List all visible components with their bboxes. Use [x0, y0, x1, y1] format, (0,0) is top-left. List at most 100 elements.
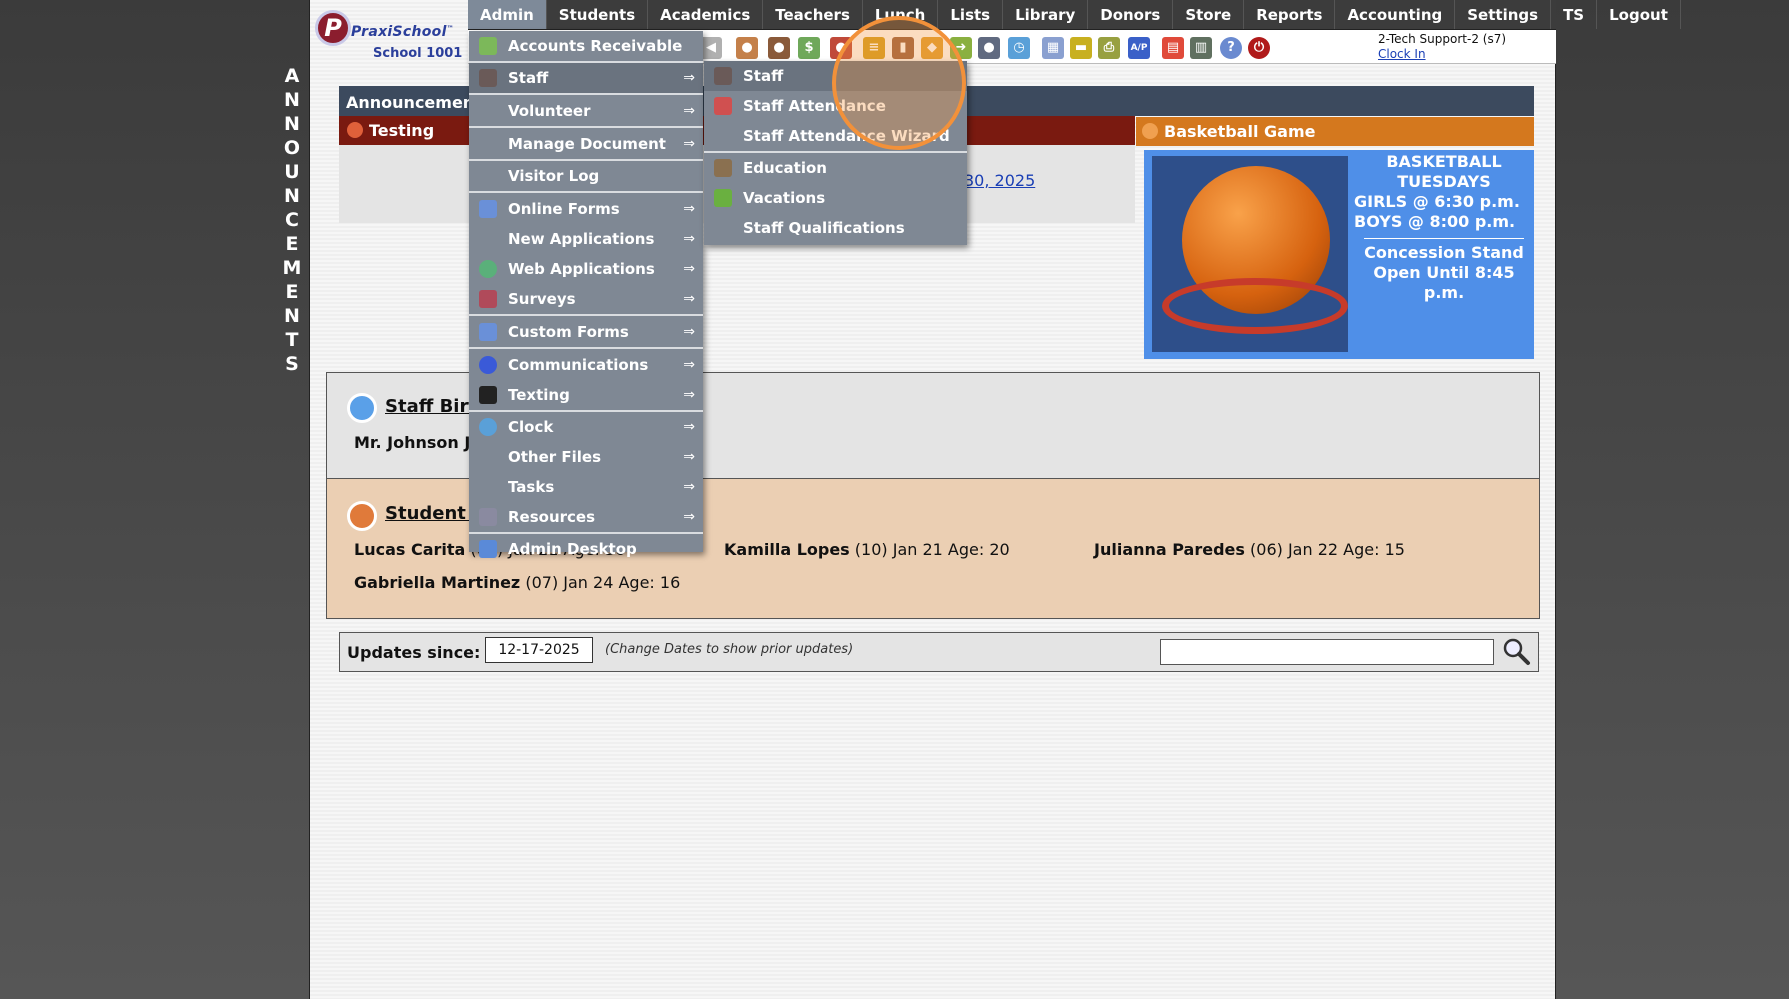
staff-submenu: Staff Staff Attendance Staff Attendance Wi…	[704, 61, 967, 245]
spreadsheet-icon[interactable]: ▦	[1042, 37, 1064, 59]
search-input[interactable]	[1160, 639, 1494, 665]
staff-icon[interactable]: ●	[978, 37, 1000, 59]
html-icon	[479, 199, 497, 218]
staff-icon	[479, 69, 497, 87]
nav-settings[interactable]: Settings	[1455, 0, 1552, 29]
submenu-arrow-icon: ⇒	[683, 102, 695, 119]
survey-icon	[479, 290, 497, 308]
submenu-arrow-icon: ⇒	[683, 200, 695, 217]
staff-birthdays-title[interactable]: Staff Birt	[385, 396, 477, 417]
staff-menu-vacations[interactable]: Vacations	[704, 183, 967, 213]
admin-menu-admin-desktop[interactable]: Admin Desktop	[469, 534, 703, 564]
admin-menu-resources[interactable]: Resources ⇒	[469, 502, 703, 532]
menu-item-label: Vacations	[743, 189, 826, 207]
updates-date-input[interactable]: 12-17-2025	[485, 637, 593, 663]
admin-dropdown-menu: Accounts Receivable Staff ⇒ Volunteer ⇒ Manag…	[469, 31, 703, 558]
menu-item-label: Tasks	[508, 478, 555, 496]
nav-ts[interactable]: TS	[1551, 0, 1598, 29]
staff-menu-staff-attendance-wizard[interactable]: Staff Attendance Wizard	[704, 121, 967, 151]
menu-item-label: Volunteer	[508, 101, 591, 120]
nav-store[interactable]: Store	[1173, 0, 1245, 29]
updates-bar: Updates since: 12-17-2025 (Change Dates …	[339, 632, 1539, 672]
basketball-announcement-header[interactable]: Basketball Game	[1136, 117, 1534, 146]
menu-item-label: Accounts Receivable	[508, 37, 683, 55]
student-birthday-entry: Gabriella Martinez (07) Jan 24 Age: 16	[354, 573, 681, 592]
user-icon[interactable]: ●	[830, 37, 852, 59]
admin-menu-surveys[interactable]: Surveys ⇒	[469, 284, 703, 314]
submenu-arrow-icon: ⇒	[683, 356, 695, 373]
ap-icon[interactable]: A/P	[1128, 37, 1150, 59]
updates-note: (Change Dates to show prior updates)	[605, 642, 854, 657]
clock-in-link[interactable]: Clock In	[1378, 47, 1506, 62]
submenu-arrow-icon: ⇒	[683, 509, 695, 525]
staff-birthday-entry: Mr. Johnson J	[354, 433, 471, 452]
nav-lunch[interactable]: Lunch	[863, 0, 939, 29]
staff-menu-education[interactable]: Education	[704, 153, 967, 183]
user-info: 2-Tech Support-2 (s7) Clock In	[1378, 32, 1506, 62]
admin-menu-online-forms[interactable]: Online Forms ⇒	[469, 193, 703, 224]
lunch-icon[interactable]: ≡	[863, 37, 885, 59]
admin-menu-clock[interactable]: Clock ⇒	[469, 412, 703, 442]
admin-menu-manage-document[interactable]: Manage Document ⇒	[469, 128, 703, 159]
nav-admin[interactable]: Admin	[468, 0, 547, 29]
vertical-letter: N	[284, 185, 300, 207]
announcements-vertical-label: ANNOUNCEMENTS	[278, 64, 306, 376]
cash-icon[interactable]: ▥	[1190, 37, 1212, 59]
help-icon[interactable]: ?	[1220, 37, 1242, 59]
admin-menu-new-applications[interactable]: New Applications ⇒	[469, 224, 703, 254]
admin-menu-other-files[interactable]: Other Files ⇒	[469, 442, 703, 472]
menu-item-label: New Applications	[508, 230, 655, 248]
admin-menu-accounts-receivable[interactable]: Accounts Receivable	[469, 31, 703, 61]
staff-menu-staff-attendance[interactable]: Staff Attendance	[704, 91, 967, 121]
student-birthday-entry: Julianna Paredes (06) Jan 22 Age: 15	[1094, 540, 1405, 559]
search-icon[interactable]	[1501, 636, 1531, 666]
announcement-icon	[347, 122, 363, 138]
menu-item-label: Custom Forms	[508, 322, 629, 341]
logo-emblem: P	[315, 10, 351, 46]
praxischool-logo[interactable]: P PraxiSchool™ School 1001	[313, 6, 463, 64]
submenu-arrow-icon: ⇒	[683, 479, 695, 495]
basketball-title: Basketball Game	[1164, 122, 1316, 141]
export-icon[interactable]: ➜	[950, 37, 972, 59]
nav-accounting[interactable]: Accounting	[1335, 0, 1456, 29]
nav-donors[interactable]: Donors	[1088, 0, 1174, 29]
printer-icon[interactable]: ⎙	[1098, 37, 1120, 59]
power-icon[interactable]: ⏻	[1248, 37, 1270, 59]
submenu-arrow-icon: ⇒	[683, 70, 695, 86]
admin-menu-volunteer[interactable]: Volunteer ⇒	[469, 95, 703, 126]
book-icon[interactable]: ▮	[892, 37, 914, 59]
staff-menu-staff-qualifications[interactable]: Staff Qualifications	[704, 213, 967, 243]
nav-logout[interactable]: Logout	[1597, 0, 1681, 29]
admin-menu-custom-forms[interactable]: Custom Forms ⇒	[469, 316, 703, 347]
concession-line: Concession Stand	[1364, 243, 1524, 262]
pdf-icon[interactable]: ▤	[1162, 37, 1184, 59]
testing-date-link[interactable]: 30, 2025	[964, 171, 1035, 190]
clock-icon[interactable]: ◷	[1008, 37, 1030, 59]
vertical-letter: S	[285, 353, 299, 375]
admin-menu-web-applications[interactable]: Web Applications ⇒	[469, 254, 703, 284]
megaphone-icon[interactable]: ◀	[700, 37, 722, 59]
nav-teachers[interactable]: Teachers	[763, 0, 863, 29]
submenu-arrow-icon: ⇒	[683, 291, 695, 307]
vertical-letter: N	[284, 113, 300, 135]
card-icon[interactable]: ▬	[1070, 37, 1092, 59]
nav-students[interactable]: Students	[547, 0, 649, 29]
user-icon[interactable]: ●	[768, 37, 790, 59]
basketball-flyer: BASKETBALL TUESDAYS GIRLS @ 6:30 p.m. BOYS …	[1144, 150, 1534, 359]
staff-menu-staff[interactable]: Staff	[704, 61, 967, 91]
nav-lists[interactable]: Lists	[938, 0, 1004, 29]
nav-academics[interactable]: Academics	[648, 0, 764, 29]
admin-menu-staff[interactable]: Staff ⇒	[469, 63, 703, 93]
nav-reports[interactable]: Reports	[1244, 0, 1336, 29]
globe-icon	[479, 260, 497, 278]
ticket-icon[interactable]: ◆	[921, 37, 943, 59]
money-icon[interactable]: $	[798, 37, 820, 59]
admin-menu-tasks[interactable]: Tasks ⇒	[469, 472, 703, 502]
basketball-line: BOYS @ 8:00 p.m.	[1354, 212, 1516, 231]
admin-menu-texting[interactable]: Texting ⇒	[469, 380, 703, 410]
admin-menu-communications[interactable]: Communications ⇒	[469, 349, 703, 380]
nav-library[interactable]: Library	[1003, 0, 1089, 29]
logo-school-name: School 1001	[373, 46, 463, 61]
admin-menu-visitor-log[interactable]: Visitor Log	[469, 161, 703, 191]
user-icon[interactable]: ●	[736, 37, 758, 59]
